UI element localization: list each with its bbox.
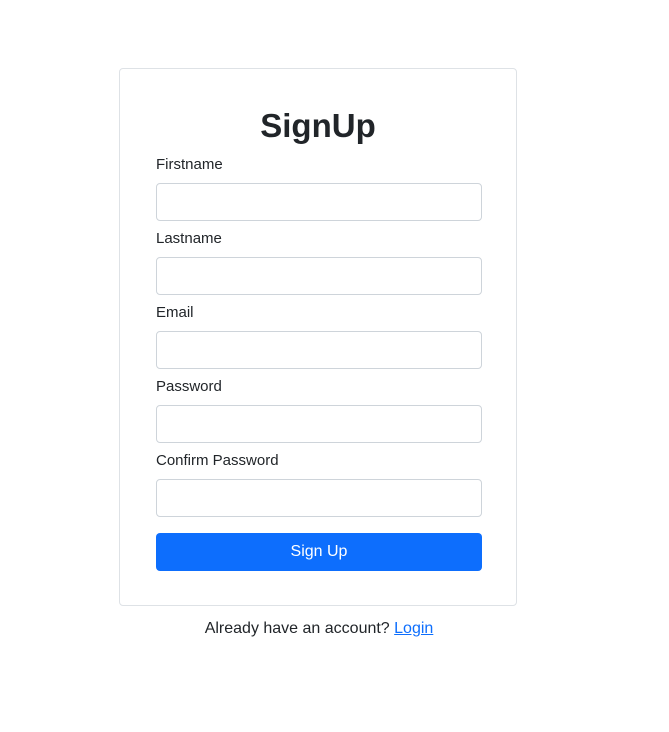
email-label: Email [156, 304, 194, 321]
confirm-password-label: Confirm Password [156, 452, 279, 469]
lastname-label: Lastname [156, 230, 222, 247]
login-link[interactable]: Login [394, 620, 433, 637]
login-prompt: Already have an account? Login [0, 619, 638, 639]
email-input[interactable] [156, 331, 482, 369]
password-input[interactable] [156, 405, 482, 443]
firstname-input[interactable] [156, 183, 482, 221]
password-label: Password [156, 378, 222, 395]
confirm-password-input[interactable] [156, 479, 482, 517]
firstname-label: Firstname [156, 156, 223, 173]
signup-button[interactable]: Sign Up [156, 533, 482, 571]
login-prompt-text: Already have an account? [204, 620, 390, 637]
form-title: SignUp [260, 107, 376, 144]
lastname-input[interactable] [156, 257, 482, 295]
signup-card: SignUp Firstname Lastname Email Password… [119, 68, 517, 606]
